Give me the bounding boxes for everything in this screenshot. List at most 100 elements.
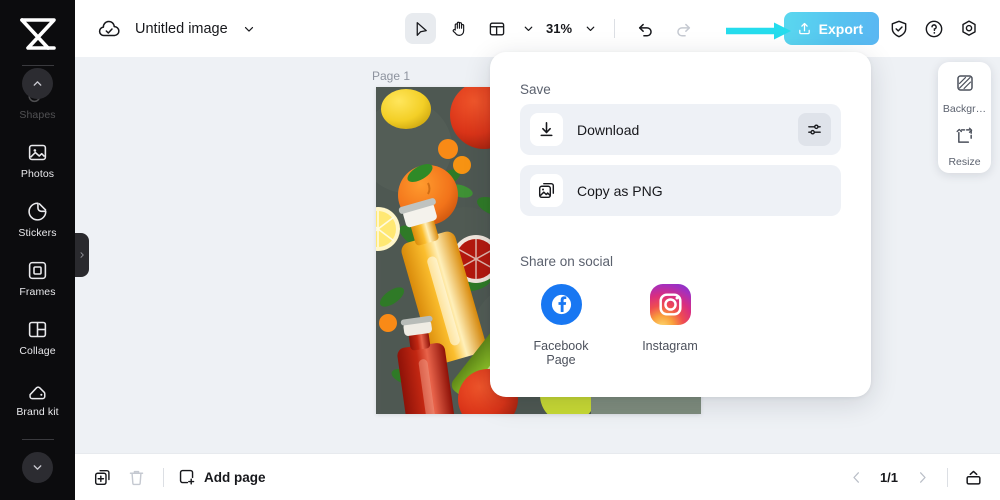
top-right-actions: Export (783, 12, 984, 45)
chevron-right-icon (919, 471, 926, 483)
background-icon (955, 73, 975, 98)
sidebar-item-collage[interactable]: Collage (0, 308, 75, 367)
settings-button[interactable] (953, 13, 984, 44)
right-quick-panel: Backgr… Resize (938, 62, 991, 173)
add-page-label: Add page (204, 469, 266, 485)
sidebar-item-photos[interactable]: Photos (0, 131, 75, 190)
bottom-toolbar: Add page 1/1 (75, 453, 1000, 500)
photos-icon (27, 142, 49, 164)
sidebar-scroll-down-button[interactable] (22, 452, 53, 483)
copy-image-icon (530, 174, 563, 207)
document-title[interactable]: Untitled image (135, 21, 228, 37)
page-nav-divider (947, 467, 948, 487)
canvas-tools-group: 31% (405, 13, 699, 44)
toolbar-divider (614, 19, 616, 38)
cursor-arrow-icon (416, 21, 427, 36)
redo-icon (677, 23, 691, 37)
sidebar-item-frames[interactable]: Frames (0, 249, 75, 308)
share-facebook-button[interactable]: Facebook Page (518, 284, 604, 367)
gear-icon (961, 19, 976, 36)
page-navigation: 1/1 (843, 464, 986, 490)
save-section-heading: Save (520, 82, 551, 97)
facebook-icon (540, 284, 582, 330)
download-row[interactable]: Download (520, 104, 841, 155)
stickers-icon (27, 201, 49, 223)
frames-icon (27, 260, 49, 282)
sidebar-item-label: Photos (20, 167, 55, 180)
chevron-up-icon (33, 81, 42, 86)
hand-icon (452, 21, 464, 36)
trash-icon (129, 470, 143, 485)
title-chevron-down-icon[interactable] (242, 22, 256, 36)
delete-page-button[interactable] (123, 464, 149, 490)
select-tool-button[interactable] (405, 13, 436, 44)
bottombar-divider (163, 467, 164, 487)
download-icon (530, 113, 563, 146)
share-instagram-button[interactable]: Instagram (627, 284, 713, 353)
shield-check-button[interactable] (883, 13, 914, 44)
redo-button[interactable] (668, 13, 699, 44)
export-button[interactable]: Export (783, 12, 879, 45)
top-toolbar: Untitled image 31% Export (75, 0, 1000, 57)
undo-icon (638, 23, 652, 37)
facebook-label: Facebook Page (533, 339, 589, 367)
resize-label: Resize (948, 156, 981, 168)
layout-chevron-down-icon[interactable] (519, 13, 537, 44)
layout-icon (489, 21, 504, 36)
left-sidebar: Shapes Photos Stickers Frames Collage Br… (0, 0, 75, 500)
sliders-icon (808, 124, 821, 135)
background-label: Backgr… (942, 103, 987, 115)
help-button[interactable] (918, 13, 949, 44)
instagram-icon (649, 284, 691, 330)
hand-tool-button[interactable] (443, 13, 474, 44)
duplicate-page-button[interactable] (89, 464, 115, 490)
share-social-heading: Share on social (520, 254, 614, 269)
collage-icon (27, 319, 49, 341)
background-button[interactable]: Backgr… (938, 73, 991, 115)
sidebar-item-stickers[interactable]: Stickers (0, 190, 75, 249)
page-label: Page 1 (372, 69, 411, 83)
sidebar-scroll-up-button[interactable] (22, 68, 53, 99)
download-settings-button[interactable] (798, 113, 831, 146)
page-panel-button[interactable] (960, 464, 986, 490)
duplicate-page-icon (94, 469, 110, 485)
copy-as-png-label: Copy as PNG (577, 182, 663, 199)
sidebar-item-label: Stickers (18, 226, 57, 239)
brandkit-icon (27, 381, 49, 403)
chevron-right-icon (80, 252, 84, 258)
sidebar-divider-top (21, 65, 54, 66)
previous-page-button[interactable] (843, 464, 869, 490)
upload-icon (798, 22, 810, 35)
square-plus-icon (179, 469, 195, 485)
sidebar-item-label: Brand kit (16, 406, 59, 419)
resize-icon (955, 126, 975, 151)
image-editor-window: Shapes Photos Stickers Frames Collage Br… (0, 0, 1000, 500)
instagram-label: Instagram (642, 339, 698, 353)
export-button-label: Export (818, 20, 863, 37)
next-page-button[interactable] (909, 464, 935, 490)
help-circle-icon (925, 20, 942, 37)
chevron-left-icon (852, 471, 859, 483)
layout-tool-button[interactable] (481, 13, 512, 44)
app-logo[interactable] (15, 12, 61, 56)
add-page-button[interactable]: Add page (178, 468, 266, 486)
bottom-left-actions: Add page (89, 464, 266, 490)
download-label: Download (577, 121, 640, 138)
shield-check-icon (891, 20, 906, 37)
sidebar-divider-bottom (21, 439, 54, 440)
page-panel-icon (965, 470, 981, 485)
page-counter: 1/1 (879, 469, 899, 485)
resize-button[interactable]: Resize (938, 126, 991, 168)
cloud-check-icon[interactable] (97, 17, 121, 41)
copy-as-png-row[interactable]: Copy as PNG (520, 165, 841, 216)
sidebar-item-label: Shapes (19, 108, 56, 121)
sidebar-item-brand-kit[interactable]: Brand kit (0, 367, 75, 433)
export-dropdown-panel: Save Download Copy as PNG Share on socia… (490, 52, 871, 397)
zoom-level-value[interactable]: 31% (544, 21, 574, 36)
chevron-down-icon (33, 465, 42, 470)
sidebar-item-label: Collage (19, 344, 56, 357)
sidebar-collapse-handle[interactable] (75, 233, 89, 277)
undo-button[interactable] (630, 13, 661, 44)
zoom-chevron-down-icon[interactable] (581, 13, 599, 44)
sidebar-item-label: Frames (19, 285, 56, 298)
